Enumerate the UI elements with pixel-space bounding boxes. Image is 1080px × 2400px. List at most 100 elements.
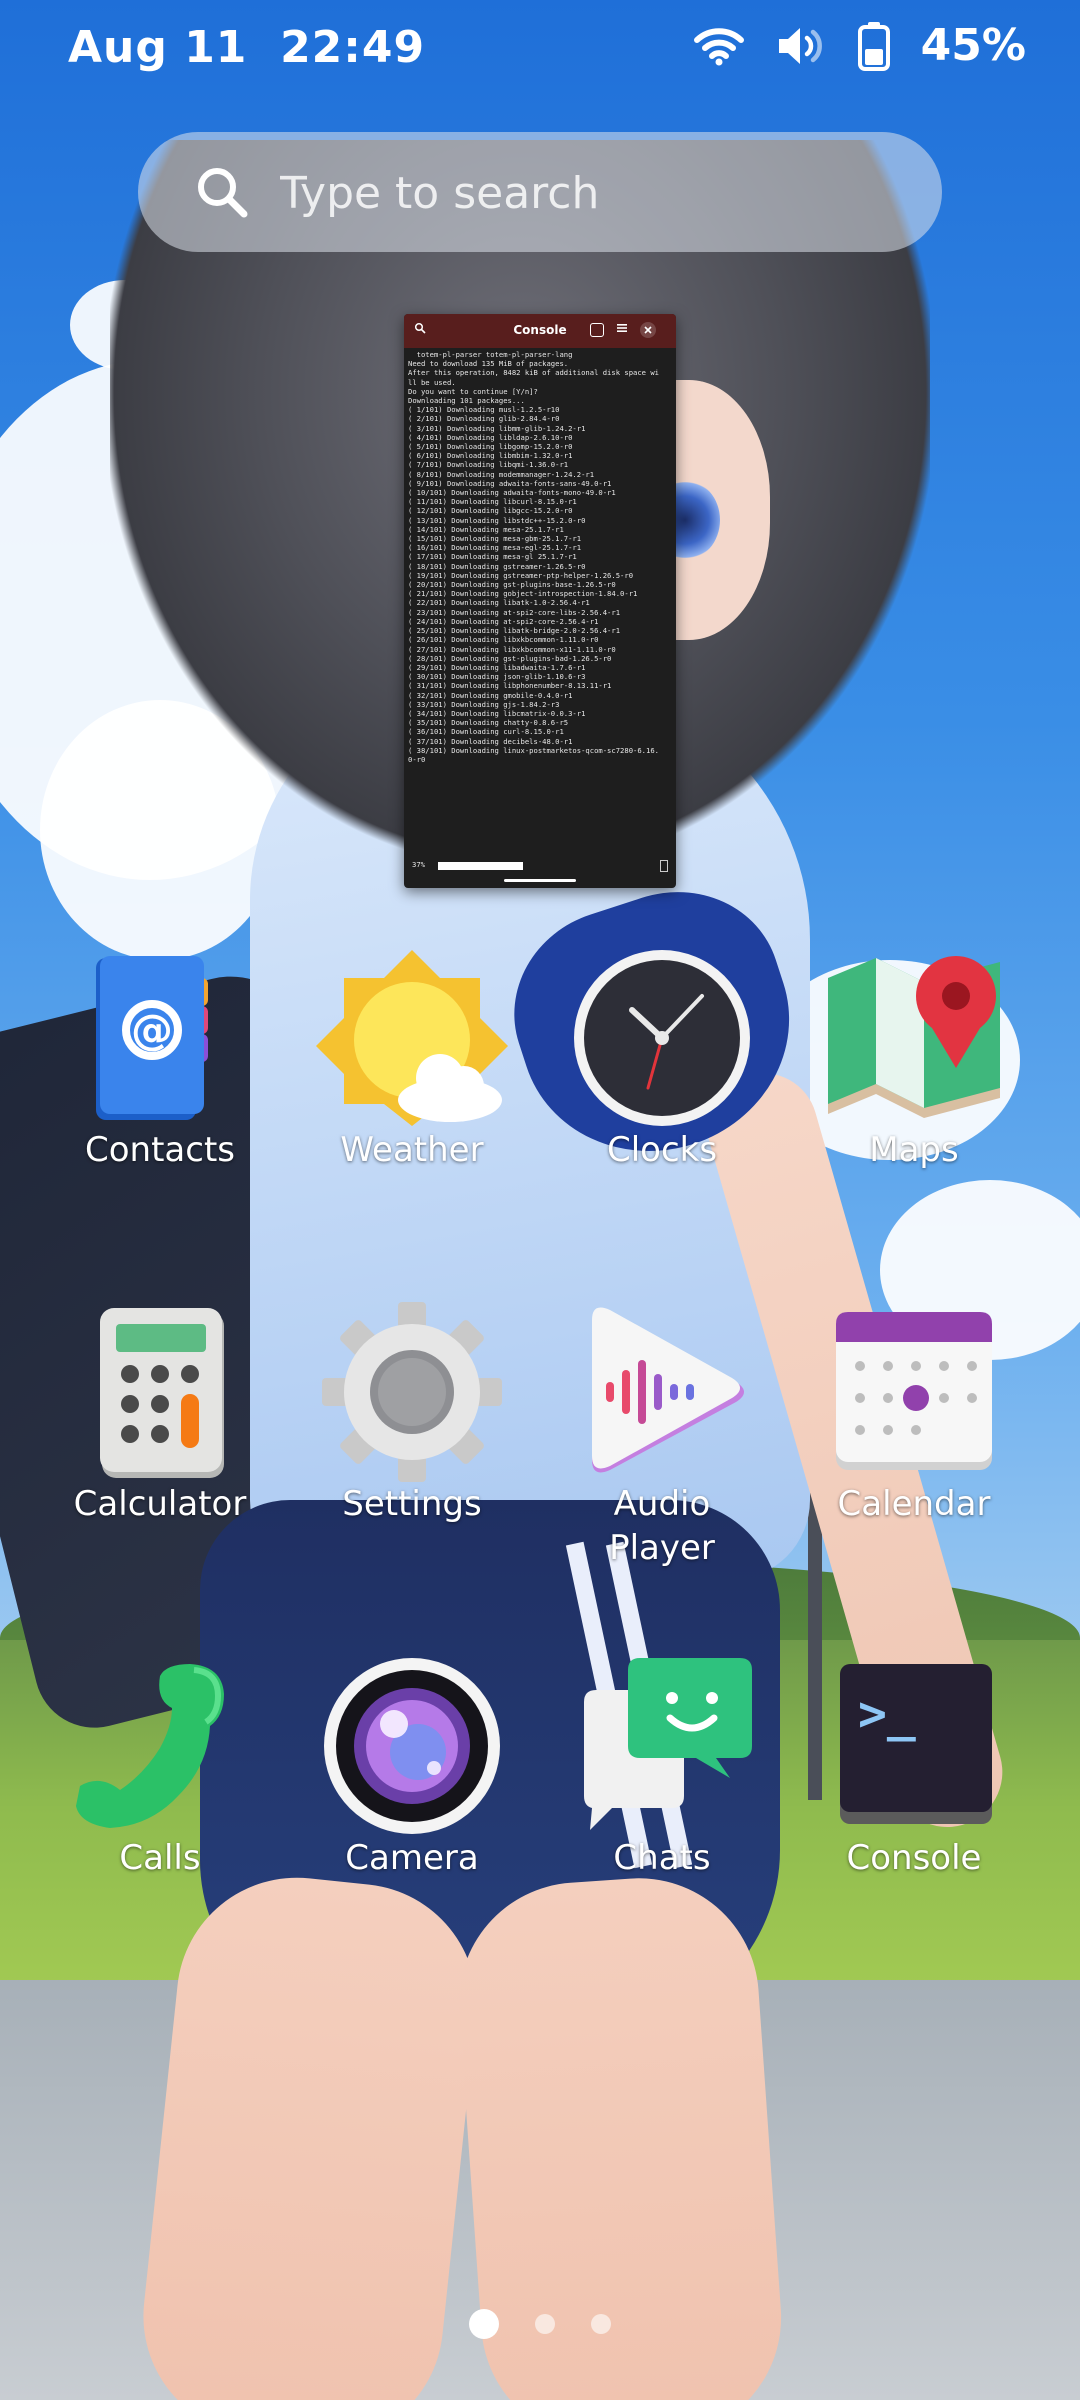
calendar-icon (814, 1302, 1014, 1482)
console-line: ( 15/101) Downloading mesa-gbm-25.1.7-r1 (408, 534, 582, 544)
console-line: ( 12/101) Downloading libgcc-15.2.0-r0 (408, 506, 573, 516)
console-line: ( 17/101) Downloading mesa-gl 25.1.7-r1 (408, 552, 577, 562)
audio-player-icon (562, 1302, 762, 1482)
app-label: Camera (345, 1838, 479, 1878)
console-line: After this operation, 8482 kiB of additi… (408, 368, 659, 378)
app-label: Contacts (85, 1130, 235, 1170)
console-line: Downloading 101 packages... (408, 396, 525, 406)
app-label: Calendar (837, 1484, 991, 1524)
console-line: ( 38/101) Downloading linux-postmarketos… (408, 745, 659, 755)
app-label: Settings (342, 1484, 482, 1524)
page-dot[interactable] (591, 2314, 611, 2334)
console-line: ll be used. (408, 377, 456, 387)
page-indicator (0, 2309, 1080, 2339)
settings-icon (312, 1302, 512, 1482)
console-line: ( 25/101) Downloading libatk-bridge-2.0-… (408, 626, 621, 636)
console-line: ( 11/101) Downloading libcurl-8.15.0-r1 (408, 497, 577, 507)
contacts-icon: @ (60, 948, 260, 1128)
app-label: Weather (340, 1130, 484, 1170)
console-line: ( 35/101) Downloading chatty-0.8.6-r5 (408, 718, 569, 728)
console-header: Console (404, 314, 676, 348)
page-dot[interactable] (535, 2314, 555, 2334)
weather-icon (312, 948, 512, 1128)
console-line: ( 5/101) Downloading libgomp-15.2.0-r0 (408, 442, 573, 452)
page-dot[interactable] (469, 2309, 499, 2339)
console-line: ( 13/101) Downloading libstdc++-15.2.0-r… (408, 515, 586, 525)
console-progress: 37% (412, 860, 668, 872)
console-line: ( 7/101) Downloading libqmi-1.36.0-r1 (408, 460, 569, 470)
calls-icon (60, 1656, 260, 1836)
search-bar[interactable] (138, 132, 942, 252)
console-line: ( 19/101) Downloading gstreamer-ptp-help… (408, 570, 634, 580)
svg-text:@: @ (131, 1005, 173, 1054)
app-label: Chats (613, 1838, 711, 1878)
app-label: Calculator (73, 1484, 247, 1524)
console-line: ( 29/101) Downloading libadwaita-1.7.6-r… (408, 662, 586, 672)
battery-icon (857, 21, 891, 71)
console-line: ( 24/101) Downloading at-spi2-core-2.56.… (408, 616, 599, 626)
app-console[interactable]: >_ Console (814, 1656, 1014, 1880)
search-icon (192, 162, 252, 226)
status-time: 22:49 (280, 22, 426, 73)
status-date: Aug 11 (68, 22, 248, 73)
app-calculator[interactable]: Calculator (60, 1302, 260, 1526)
console-icon: >_ (814, 1656, 1014, 1836)
app-settings[interactable]: Settings (312, 1302, 512, 1526)
console-line: totem-pl-parser totem-pl-parser-lang (408, 350, 573, 359)
calculator-icon (60, 1302, 260, 1482)
console-line: Need to download 135 MiB of packages. (408, 359, 569, 369)
app-weather[interactable]: Weather (312, 948, 512, 1172)
camera-icon (312, 1656, 512, 1836)
console-window-preview[interactable]: Console totem-pl-parser totem-pl-parser-… (404, 314, 676, 888)
console-menu-icon[interactable] (614, 322, 630, 338)
chats-icon (562, 1656, 762, 1836)
volume-icon (775, 24, 827, 68)
console-line: ( 6/101) Downloading libmbim-1.32.0-r1 (408, 451, 573, 461)
app-audio-player[interactable]: Audio Player (562, 1302, 762, 1570)
app-calendar[interactable]: Calendar (814, 1302, 1014, 1526)
console-line: ( 9/101) Downloading adwaita-fonts-sans-… (408, 478, 612, 488)
app-label: Maps (869, 1130, 959, 1170)
console-line: ( 21/101) Downloading gobject-introspect… (408, 589, 638, 599)
console-progress-text: 37% (412, 860, 425, 869)
svg-text:>_: >_ (858, 1686, 916, 1742)
console-line: ( 20/101) Downloading gst-plugins-base-1… (408, 580, 616, 590)
search-input[interactable] (278, 154, 902, 232)
console-line: ( 2/101) Downloading glib-2.84.4-r0 (408, 414, 560, 424)
console-line: ( 1/101) Downloading musl-1.2.5-r10 (408, 405, 560, 415)
console-line: ( 27/101) Downloading libxkbcommon-x11-1… (408, 644, 616, 654)
console-line: ( 30/101) Downloading json-glib-1.10.6-r… (408, 672, 586, 682)
clocks-icon (562, 948, 762, 1128)
console-line: ( 31/101) Downloading libphonenumber-8.1… (408, 681, 612, 691)
app-calls[interactable]: Calls (60, 1656, 260, 1880)
console-line: ( 32/101) Downloading gmobile-0.4.0-r1 (408, 690, 573, 700)
status-datetime: Aug 11 22:49 (68, 22, 425, 73)
console-line: 0-r0 (408, 754, 426, 764)
console-line: ( 10/101) Downloading adwaita-fonts-mono… (408, 488, 616, 498)
console-line: ( 16/101) Downloading mesa-egl-25.1.7-r1 (408, 543, 582, 553)
maps-icon (814, 948, 1014, 1128)
console-line: ( 14/101) Downloading mesa-25.1.7-r1 (408, 524, 564, 534)
battery-percent: 45% (920, 20, 1026, 71)
app-label: Clocks (606, 1130, 718, 1170)
window-resize-handle[interactable] (504, 879, 576, 882)
app-camera[interactable]: Camera (312, 1656, 512, 1880)
app-chats[interactable]: Chats (562, 1656, 762, 1880)
console-line: ( 37/101) Downloading decibels-48.0-r1 (408, 736, 573, 746)
app-clocks[interactable]: Clocks (562, 948, 762, 1172)
app-label: Audio Player (609, 1484, 715, 1568)
console-line: ( 22/101) Downloading libatk-1.0-2.56.4-… (408, 598, 590, 608)
console-line: ( 18/101) Downloading gstreamer-1.26.5-r… (408, 561, 586, 571)
wifi-icon (693, 26, 745, 66)
console-line: ( 34/101) Downloading libcmatrix-0.0.3-r… (408, 708, 586, 718)
console-new-tab-icon[interactable] (590, 323, 604, 337)
console-line: ( 28/101) Downloading gst-plugins-bad-1.… (408, 653, 612, 663)
console-close-icon[interactable] (640, 322, 656, 338)
console-line: ( 26/101) Downloading libxkbcommon-1.11.… (408, 635, 599, 645)
console-line: ( 36/101) Downloading curl-8.15.0-r1 (408, 727, 564, 737)
app-contacts[interactable]: @ Contacts (60, 948, 260, 1172)
console-line: ( 8/101) Downloading modemmanager-1.24.2… (408, 469, 595, 479)
console-line: ( 3/101) Downloading libmm-glib-1.24.2-r… (408, 423, 586, 433)
console-line: ( 33/101) Downloading gjs-1.84.2-r3 (408, 699, 560, 709)
app-maps[interactable]: Maps (814, 948, 1014, 1172)
